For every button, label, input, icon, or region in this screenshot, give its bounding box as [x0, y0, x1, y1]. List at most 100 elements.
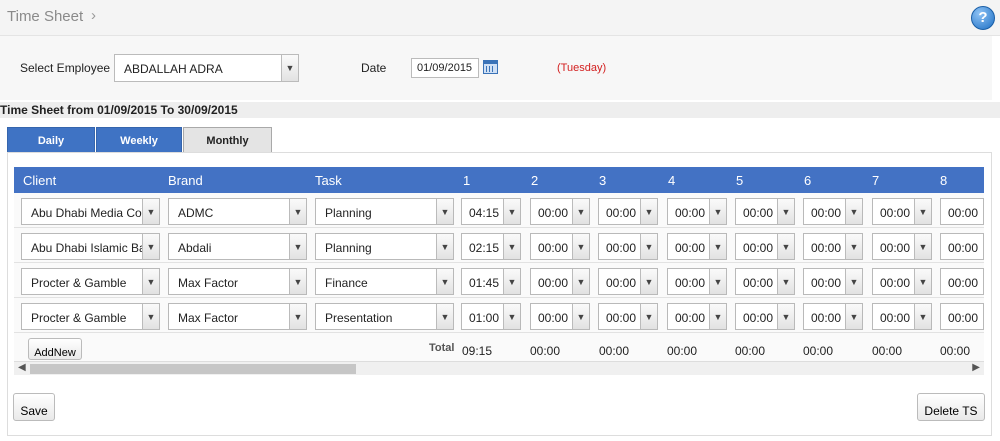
hours-select[interactable]: 00:00 ▼: [530, 303, 590, 330]
hours-select[interactable]: 00:00 ▼: [872, 303, 932, 330]
hours-select[interactable]: 00:00 ▼: [735, 198, 795, 225]
tab-daily[interactable]: Daily: [7, 127, 95, 153]
total-value: 00:00: [599, 344, 630, 358]
chevron-down-icon: ▼: [281, 55, 298, 81]
hours-select[interactable]: 00:00 ▼: [667, 233, 727, 260]
chevron-down-icon: ▼: [709, 199, 726, 224]
brand-select[interactable]: Max Factor ▼: [168, 268, 307, 295]
tab-weekly[interactable]: Weekly: [96, 127, 182, 153]
hours-value: 00:00: [811, 276, 842, 290]
select-value: Procter & Gamble: [31, 276, 127, 290]
hours-select[interactable]: 00:00 ▼: [667, 268, 727, 295]
employee-label: Select Employee: [20, 61, 111, 75]
chevron-down-icon: ▼: [436, 304, 453, 329]
hours-select[interactable]: 00:00 ▼: [803, 268, 863, 295]
hours-select[interactable]: 00:00 ▼: [735, 303, 795, 330]
table-row: Abu Dhabi Islamic Bank ▼ Abdali ▼ Planning ▼ 0…: [14, 228, 984, 263]
hours-select[interactable]: 00:00 ▼: [735, 233, 795, 260]
hours-select[interactable]: 00:00: [940, 233, 984, 260]
client-select[interactable]: Procter & Gamble ▼: [21, 268, 160, 295]
hours-select[interactable]: 00:00 ▼: [667, 198, 727, 225]
help-icon[interactable]: ?: [971, 6, 995, 30]
page-header: Time Sheet › ?: [0, 0, 1000, 36]
hours-select[interactable]: 00:00 ▼: [872, 198, 932, 225]
hours-select[interactable]: 00:00 ▼: [598, 303, 658, 330]
hours-value: 00:00: [743, 241, 774, 255]
task-select[interactable]: Planning ▼: [315, 233, 454, 260]
chevron-down-icon: ▼: [289, 234, 306, 259]
chevron-down-icon: ▼: [777, 269, 794, 294]
client-select[interactable]: Abu Dhabi Islamic Bank ▼: [21, 233, 160, 260]
hours-value: 00:00: [606, 206, 637, 220]
client-select[interactable]: Procter & Gamble ▼: [21, 303, 160, 330]
brand-select[interactable]: Abdali ▼: [168, 233, 307, 260]
total-value: 00:00: [530, 344, 561, 358]
date-field[interactable]: 01/09/2015: [411, 58, 479, 78]
hours-select[interactable]: 00:00 ▼: [803, 233, 863, 260]
column-header-day: 1: [463, 173, 471, 188]
employee-select[interactable]: ABDALLAH ADRA ▼: [114, 54, 299, 82]
chevron-down-icon: ▼: [503, 269, 520, 294]
add-new-button[interactable]: AddNew: [28, 338, 82, 360]
chevron-down-icon: ▼: [572, 199, 589, 224]
chevron-down-icon: ▼: [572, 304, 589, 329]
chevron-down-icon: ▼: [142, 199, 159, 224]
hours-value: 00:00: [948, 311, 979, 325]
hours-select[interactable]: 00:00: [940, 198, 984, 225]
task-select[interactable]: Presentation ▼: [315, 303, 454, 330]
hours-select[interactable]: 00:00 ▼: [530, 268, 590, 295]
hours-value: 00:00: [880, 206, 911, 220]
chevron-down-icon: ▼: [142, 269, 159, 294]
hours-select[interactable]: 00:00 ▼: [872, 233, 932, 260]
scrollbar-thumb[interactable]: [30, 364, 356, 374]
hours-select[interactable]: 00:00 ▼: [803, 303, 863, 330]
hours-select[interactable]: 00:00 ▼: [530, 233, 590, 260]
hours-value: 00:00: [538, 311, 569, 325]
horizontal-scrollbar[interactable]: ◀ ▶: [14, 361, 984, 375]
delete-ts-button[interactable]: Delete TS: [917, 393, 985, 421]
brand-select[interactable]: ADMC ▼: [168, 198, 307, 225]
hours-select[interactable]: 00:00 ▼: [530, 198, 590, 225]
calendar-icon[interactable]: [483, 60, 498, 74]
hours-select[interactable]: 00:00 ▼: [735, 268, 795, 295]
chevron-down-icon: ▼: [503, 199, 520, 224]
hours-select[interactable]: 00:00 ▼: [598, 268, 658, 295]
table-header: Client Brand Task 1 2 3 4 5 6 7 8: [14, 167, 984, 193]
hours-select[interactable]: 00:00 ▼: [667, 303, 727, 330]
table-row: Procter & Gamble ▼ Max Factor ▼ Finance ▼ 01:4…: [14, 263, 984, 298]
hours-select[interactable]: 00:00: [940, 268, 984, 295]
hours-select[interactable]: 01:00 ▼: [461, 303, 521, 330]
scroll-left-icon[interactable]: ◀: [18, 362, 26, 373]
hours-select[interactable]: 00:00 ▼: [803, 198, 863, 225]
total-value: 00:00: [735, 344, 766, 358]
scroll-right-icon[interactable]: ▶: [972, 362, 980, 373]
client-select[interactable]: Abu Dhabi Media Company▼: [21, 198, 160, 225]
chevron-down-icon: ▼: [914, 234, 931, 259]
hours-value: 00:00: [811, 311, 842, 325]
hours-value: 00:00: [948, 276, 979, 290]
task-select[interactable]: Finance ▼: [315, 268, 454, 295]
breadcrumb-chevron-icon: ›: [91, 7, 96, 24]
chevron-down-icon: ▼: [914, 269, 931, 294]
hours-select[interactable]: 00:00 ▼: [872, 268, 932, 295]
hours-select[interactable]: 00:00 ▼: [598, 198, 658, 225]
select-value: ADMC: [178, 206, 214, 220]
chevron-down-icon: ▼: [640, 269, 657, 294]
save-button[interactable]: Save: [13, 393, 55, 421]
task-select[interactable]: Planning ▼: [315, 198, 454, 225]
chevron-down-icon: ▼: [289, 269, 306, 294]
chevron-down-icon: ▼: [436, 199, 453, 224]
hours-value: 00:00: [675, 206, 706, 220]
hours-value: 00:00: [538, 276, 569, 290]
column-header-task: Task: [315, 173, 342, 188]
brand-select[interactable]: Max Factor ▼: [168, 303, 307, 330]
hours-select[interactable]: 00:00: [940, 303, 984, 330]
hours-value: 00:00: [743, 276, 774, 290]
hours-select[interactable]: 00:00 ▼: [598, 233, 658, 260]
hours-value: 01:45: [469, 276, 500, 290]
hours-select[interactable]: 02:15 ▼: [461, 233, 521, 260]
hours-select[interactable]: 01:45 ▼: [461, 268, 521, 295]
hours-value: 00:00: [538, 241, 569, 255]
tab-monthly[interactable]: Monthly: [183, 127, 272, 153]
hours-select[interactable]: 04:15 ▼: [461, 198, 521, 225]
